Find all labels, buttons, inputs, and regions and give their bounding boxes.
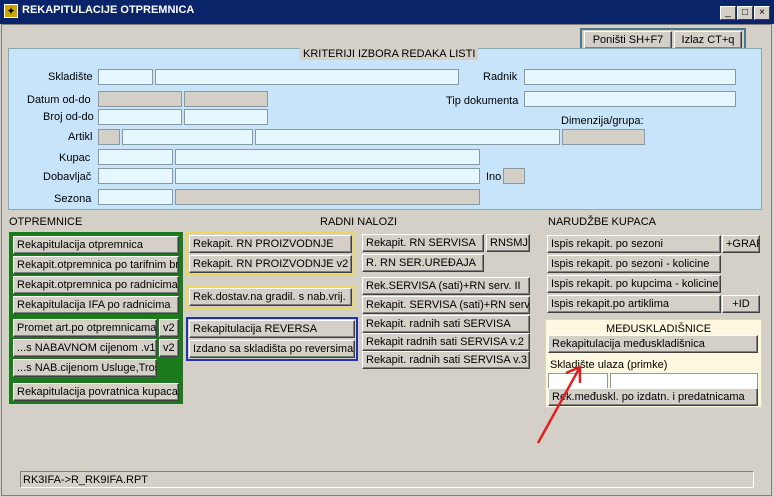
kupac-code-input[interactable]: [98, 149, 173, 165]
datum-do-input[interactable]: [184, 91, 268, 107]
close-button[interactable]: ×: [754, 6, 770, 20]
label-datum: Datum od-do: [27, 94, 91, 106]
rekap-radnici-button[interactable]: Rekapit.otpremnica po radnicima: [13, 276, 179, 294]
meduskladisnice-title: MEĐUSKLADIŠNICE: [606, 323, 712, 335]
rekap-ifa-button[interactable]: Rekapitulacija IFA po radnicima: [13, 296, 179, 314]
label-skladiste: Skladište: [48, 71, 93, 83]
radnih-sati-servisa-button[interactable]: Rekapit. radnih sati SERVISA: [362, 315, 530, 333]
rn-proizvodnje-button[interactable]: Rekapit. RN PROIZVODNJE: [189, 235, 352, 253]
nabavna-cijena-button[interactable]: ...s NABAVNOM cijenom .v1: [13, 339, 157, 357]
rekap-reversa-button[interactable]: Rekapitulacija REVERSA: [189, 320, 355, 338]
label-radnik: Radnik: [483, 71, 518, 83]
label-ino: Ino: [486, 171, 502, 183]
radnih-sati-servisa-v2-button[interactable]: Rekapit radnih sati SERVISA v.2: [362, 333, 530, 351]
rekap-sezona-button[interactable]: Ispis rekapit. po sezoni: [547, 235, 721, 253]
promet-art-v2-button[interactable]: v2: [159, 319, 179, 337]
cancel-button[interactable]: Poništi SH+F7: [584, 31, 672, 49]
label-sezona: Sezona: [54, 193, 92, 205]
artikl-prefix-input[interactable]: [98, 129, 120, 145]
arrow-shaft: [536, 366, 582, 444]
section-narudzbe: NARUDŽBE KUPACA: [548, 216, 656, 228]
rekapit-servisa-sati-button[interactable]: Rekapit. SERVISA (sati)+RN serv: [362, 296, 530, 314]
tip-dokumenta-input[interactable]: [524, 91, 736, 107]
artikl-code-input[interactable]: [122, 129, 253, 145]
izdano-reversi-button[interactable]: Izdano sa skladišta po reversima: [189, 340, 355, 358]
red-arrow-annotation: [536, 365, 582, 444]
rek-dostav-button[interactable]: Rek.dostav.na gradil. s nab.vrij.: [189, 288, 352, 306]
label-artikl: Artikl: [68, 131, 93, 143]
skladiste-ulaza-name-input[interactable]: [610, 373, 758, 389]
ino-input[interactable]: [503, 168, 525, 184]
rekap-otpremnica-button[interactable]: Rekapitulacija otpremnica: [13, 236, 179, 254]
status-bar: RK3IFA->R_RK9IFA.RPT: [20, 471, 754, 488]
sezona-code-input[interactable]: [98, 189, 173, 205]
datum-od-input[interactable]: [98, 91, 182, 107]
rnsmj-button[interactable]: RNSMJ: [486, 234, 530, 252]
exit-button[interactable]: Izlaz CT+q: [674, 31, 742, 49]
rekap-povratnica-button[interactable]: Rekapitulacija povratnica kupaca: [13, 383, 179, 401]
rekap-artikli-button[interactable]: Ispis rekapit.po artiklima: [547, 295, 721, 313]
nab-usluge-button[interactable]: ...s NAB.cijenom Usluge,Troš: [13, 359, 157, 377]
artikl-name-input[interactable]: [255, 129, 560, 145]
skladiste-code-input[interactable]: [98, 69, 153, 85]
rekap-meduskladisnica-button[interactable]: Rekapitulacija međuskladišnica: [548, 335, 758, 353]
rn-proizvodnje-v2-button[interactable]: Rekapit. RN PROIZVODNJE v2: [189, 255, 352, 273]
rekap-tarifni-button[interactable]: Rekapit.otpremnica po tarifnim br.: [13, 256, 179, 274]
label-tip-dokumenta: Tip dokumenta: [446, 95, 519, 107]
promet-art-button[interactable]: Promet art.po otpremnicama: [13, 319, 157, 337]
dobavljac-name-input[interactable]: [175, 168, 480, 184]
rn-servisa-button[interactable]: Rekapit. RN SERVISA: [362, 234, 484, 252]
rek-servisa-sati-ii-button[interactable]: Rek.SERVISA (sati)+RN serv. II: [362, 277, 530, 295]
radnik-input[interactable]: [524, 69, 736, 85]
rekap-sezona-kolicine-button[interactable]: Ispis rekapit. po sezoni - kolicine: [547, 255, 721, 273]
title-bar: ✦ REKAPITULACIJE OTPREMNICA _ □ ×: [0, 0, 774, 24]
sezona-name-input[interactable]: [175, 189, 480, 205]
dobavljac-code-input[interactable]: [98, 168, 173, 184]
app-icon[interactable]: ✦: [4, 4, 18, 18]
label-kupac: Kupac: [59, 152, 91, 164]
section-radni-nalozi: RADNI NALOZI: [320, 216, 398, 228]
criteria-title: KRITERIJI IZBORA REDAKA LISTI: [300, 48, 479, 60]
skladiste-name-input[interactable]: [155, 69, 459, 85]
section-otpremnice: OTPREMNICE: [9, 216, 83, 228]
id-button[interactable]: +ID: [722, 295, 760, 313]
broj-do-input[interactable]: [184, 109, 268, 125]
minimize-button[interactable]: _: [720, 6, 736, 20]
label-broj: Broj od-do: [43, 111, 94, 123]
rn-ser-uredaja-button[interactable]: R. RN SER.UREĐAJA: [362, 254, 484, 272]
window-title: REKAPITULACIJE OTPREMNICA: [22, 4, 195, 16]
nabavna-cijena-v2-button[interactable]: v2: [159, 339, 179, 357]
kupac-name-input[interactable]: [175, 149, 480, 165]
dimenzija-input[interactable]: [562, 129, 645, 145]
label-dobavljac: Dobavljač: [43, 171, 92, 183]
radnih-sati-servisa-v3-button[interactable]: Rekapit. radnih sati SERVISA v.3: [362, 351, 530, 369]
toolbar-group: Poništi SH+F7 Izlaz CT+q: [580, 28, 746, 50]
rekap-kupci-kolicine-button[interactable]: Ispis rekapit. po kupcima - kolicine: [547, 275, 721, 293]
label-dimenzija: Dimenzija/grupa:: [561, 115, 644, 127]
graf-button[interactable]: +GRAF: [722, 235, 760, 253]
maximize-button[interactable]: □: [737, 6, 753, 20]
broj-od-input[interactable]: [98, 109, 182, 125]
